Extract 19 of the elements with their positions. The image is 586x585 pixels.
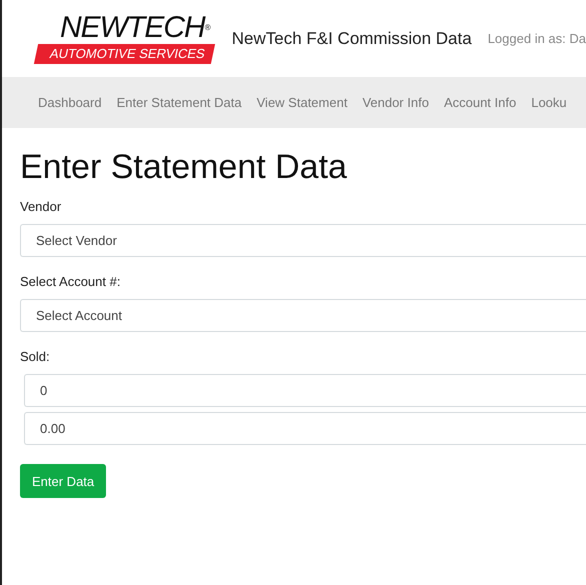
nav-link[interactable]: Dashboard [38,95,102,110]
input-field[interactable]: 0 [24,374,586,407]
nav-link[interactable]: View Statement [256,95,348,110]
logo-tagline: AUTOMOTIVE SERVICES [34,44,215,64]
select-field[interactable]: Select Vendor [20,224,586,257]
nav-link[interactable]: Vendor Info [362,95,429,110]
page-heading: Enter Statement Data [20,148,348,187]
nav-link[interactable]: Account Info [444,95,516,110]
logo-wordmark: NEWTECH$^{®}$ [60,13,211,43]
logged-in-user: Logged in as: Da [488,31,586,46]
input-field[interactable]: 0.00 [24,412,586,445]
nav-link[interactable]: Enter Statement Data [116,95,242,110]
site-title: NewTech F&I Commission Data [232,28,472,48]
nav-link[interactable]: Looku [531,95,567,110]
field-label: Vendor [20,199,62,214]
field-label: Sold: [20,349,51,364]
enter-data-button[interactable]: Enter Data [20,464,106,498]
field-label: Select Account #: [20,274,122,289]
select-field[interactable]: Select Account [20,299,586,332]
